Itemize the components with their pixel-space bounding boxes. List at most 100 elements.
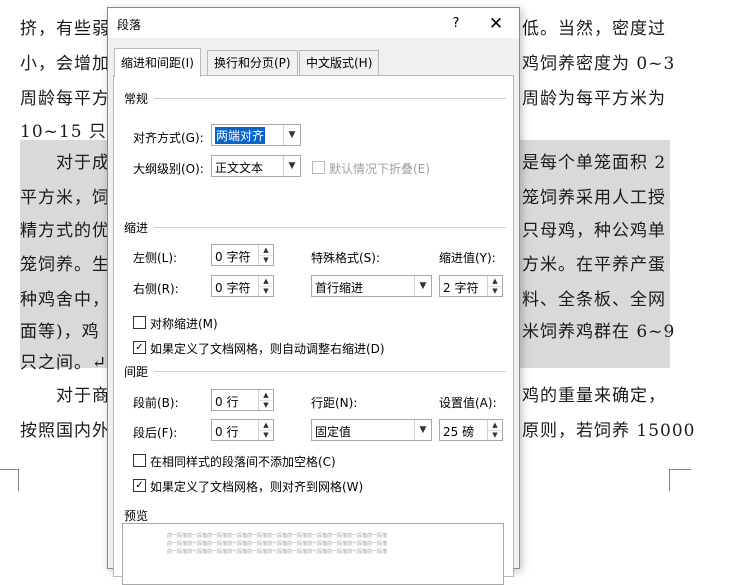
chevron-down-icon[interactable]: ▼: [488, 286, 502, 296]
mirror-indents-checkbox[interactable]: [133, 316, 146, 329]
chevron-down-icon[interactable]: ▼: [259, 400, 273, 410]
section-preview-heading: 预览: [124, 509, 149, 523]
special-indent-select[interactable]: 首行缩进 ▼: [311, 275, 432, 297]
auto-adjust-right-indent-checkbox[interactable]: ✓: [133, 341, 146, 354]
doc-line: 面等)，鸡: [20, 322, 100, 342]
chevron-down-icon[interactable]: ▼: [259, 286, 273, 296]
preview-text: 前一段落前一段落前一段落前一段落前一段落前一段落前一段落前一段落前一段落前一段落…: [167, 549, 388, 555]
chevron-down-icon[interactable]: ▼: [283, 156, 300, 176]
preview-text: 前一段落前一段落前一段落前一段落前一段落前一段落前一段落前一段落前一段落前一段落…: [167, 541, 388, 547]
doc-line: 周龄为每平方米为: [522, 89, 666, 109]
spacing-before-value: 0 行: [215, 395, 239, 409]
alignment-value: 两端对齐: [215, 127, 266, 144]
paragraph-dialog: 段落 ? ✕ 缩进和间距(I) 换行和分页(P) 中文版式(H) 常规 对齐方式…: [107, 7, 520, 585]
doc-line: 笼饲养。生: [20, 255, 110, 275]
indent-right-value: 0 字符: [215, 281, 251, 295]
doc-line: 原则，若饲养 15000: [522, 421, 696, 441]
collapse-by-default-checkbox[interactable]: [312, 161, 325, 174]
alignment-label: 对齐方式(G):: [133, 131, 204, 145]
doc-line: 鸡的重量来确定，: [522, 386, 666, 406]
tab-panel: 常规 对齐方式(G): 两端对齐 ▼ 大纲级别(O): 正文文本 ▼ 默认情况下…: [113, 75, 514, 577]
stepper-buttons[interactable]: ▲ ▼: [258, 390, 273, 410]
chevron-down-icon[interactable]: ▼: [488, 430, 502, 440]
doc-line: 笼饲养采用人工授: [522, 188, 666, 208]
spacing-before-stepper[interactable]: 0 行 ▲ ▼: [211, 389, 274, 411]
dialog-title: 段落: [117, 18, 142, 32]
spacing-after-value: 0 行: [215, 425, 239, 439]
special-indent-label: 特殊格式(S):: [311, 251, 381, 265]
doc-line: 只母鸡，种公鸡单: [522, 221, 666, 241]
separator: [154, 98, 506, 99]
doc-line: 小，会增加: [20, 54, 110, 74]
alignment-select[interactable]: 两端对齐 ▼: [211, 124, 301, 146]
dialog-titlebar[interactable]: 段落 ? ✕: [108, 8, 519, 38]
separator: [154, 227, 506, 228]
tab-asian-typography[interactable]: 中文版式(H): [299, 50, 380, 76]
stepper-buttons[interactable]: ▲ ▼: [487, 276, 502, 296]
doc-line: 平方米，饲: [20, 188, 110, 208]
outline-level-label: 大纲级别(O):: [133, 162, 204, 176]
preview-box: 前一段落前一段落前一段落前一段落前一段落前一段落前一段落前一段落前一段落前一段落…: [122, 523, 504, 585]
preview-text: 前一段落前一段落前一段落前一段落前一段落前一段落前一段落前一段落前一段落前一段落…: [167, 533, 388, 539]
doc-line: 料、全条板、全网: [522, 290, 666, 310]
help-button[interactable]: ?: [446, 14, 466, 34]
outline-level-value: 正文文本: [215, 161, 264, 175]
doc-line: 低。当然，密度过: [522, 19, 666, 39]
separator: [154, 371, 506, 372]
indent-left-label: 左侧(L):: [133, 251, 178, 265]
stepper-buttons[interactable]: ▲ ▼: [487, 420, 502, 440]
stepper-buttons[interactable]: ▲ ▼: [258, 420, 273, 440]
spacing-after-label: 段后(F):: [133, 426, 178, 440]
section-general-heading: 常规: [124, 92, 149, 106]
doc-line: 鸡饲养密度为 0~3: [522, 54, 676, 74]
indent-by-label: 缩进值(Y):: [439, 251, 496, 265]
tab-line-and-page-breaks[interactable]: 换行和分页(P): [207, 50, 298, 76]
chevron-down-icon[interactable]: ▼: [414, 420, 431, 440]
page-corner-mark: [18, 469, 19, 491]
doc-line: 对于商: [56, 386, 110, 406]
indent-by-stepper[interactable]: 2 字符 ▲ ▼: [439, 275, 503, 297]
doc-line: 方米。在平养产蛋: [522, 255, 666, 275]
stepper-buttons[interactable]: ▲ ▼: [258, 245, 273, 265]
doc-line: 种鸡舍中，: [20, 290, 110, 310]
section-indentation-heading: 缩进: [124, 221, 149, 235]
chevron-down-icon[interactable]: ▼: [259, 255, 273, 265]
line-spacing-value: 固定值: [315, 425, 352, 439]
close-button[interactable]: ✕: [484, 12, 508, 36]
special-indent-value: 首行缩进: [315, 281, 364, 295]
doc-line: 米饲养鸡群在 6~9: [522, 322, 676, 342]
doc-line: 挤，有些弱: [20, 19, 110, 39]
collapse-by-default-label: 默认情况下折叠(E): [329, 162, 430, 176]
page-corner-mark: [669, 469, 670, 491]
spacing-at-stepper[interactable]: 25 磅 ▲ ▼: [439, 419, 503, 441]
line-spacing-select[interactable]: 固定值 ▼: [311, 419, 432, 441]
doc-line: 是每个单笼面积 2: [522, 153, 667, 173]
doc-line: 按照国内外: [20, 421, 110, 441]
indent-by-value: 2 字符: [443, 281, 479, 295]
chevron-down-icon[interactable]: ▼: [259, 430, 273, 440]
spacing-after-stepper[interactable]: 0 行 ▲ ▼: [211, 419, 274, 441]
spacing-at-label: 设置值(A):: [439, 396, 497, 410]
indent-left-value: 0 字符: [215, 250, 251, 264]
auto-adjust-right-indent-label: 如果定义了文档网格，则自动调整右缩进(D): [150, 342, 385, 356]
no-space-same-style-label: 在相同样式的段落间不添加空格(C): [150, 455, 336, 469]
spacing-before-label: 段前(B):: [133, 396, 179, 410]
snap-to-grid-checkbox[interactable]: ✓: [133, 479, 146, 492]
line-spacing-label: 行距(N):: [311, 396, 358, 410]
stepper-buttons[interactable]: ▲ ▼: [258, 276, 273, 296]
mirror-indents-label: 对称缩进(M): [150, 317, 218, 331]
chevron-down-icon[interactable]: ▼: [283, 125, 300, 145]
indent-left-stepper[interactable]: 0 字符 ▲ ▼: [211, 244, 274, 266]
chevron-down-icon[interactable]: ▼: [414, 276, 431, 296]
tab-indents-and-spacing[interactable]: 缩进和间距(I): [114, 48, 201, 77]
section-spacing-heading: 间距: [124, 365, 149, 379]
indent-right-label: 右侧(R):: [133, 282, 179, 296]
doc-line: 精方式的优: [20, 221, 110, 241]
outline-level-select[interactable]: 正文文本 ▼: [211, 155, 301, 177]
indent-right-stepper[interactable]: 0 字符 ▲ ▼: [211, 275, 274, 297]
doc-line: 只之间。↵: [20, 353, 108, 373]
spacing-at-value: 25 磅: [443, 425, 475, 439]
doc-line: 周龄每平方: [20, 89, 110, 109]
no-space-same-style-checkbox[interactable]: [133, 454, 146, 467]
doc-line: 对于成: [56, 153, 110, 173]
